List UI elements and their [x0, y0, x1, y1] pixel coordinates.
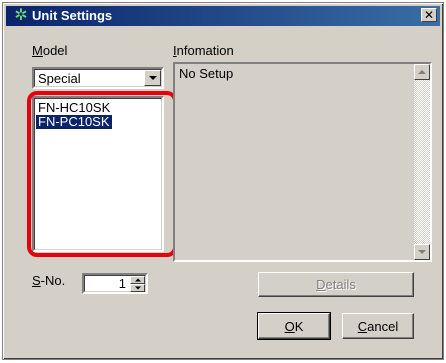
information-box: No Setup [173, 62, 432, 262]
station-number-label: S-No. [32, 273, 66, 288]
information-label: Infomation [173, 43, 234, 58]
model-list[interactable]: FN-HC10SK FN-PC10SK [32, 96, 164, 252]
information-text: No Setup [179, 66, 234, 81]
close-icon: ✕ [423, 8, 435, 22]
model-list-item[interactable]: FN-HC10SK [36, 101, 112, 115]
ok-button[interactable]: OK [257, 312, 331, 340]
spin-down-icon [134, 286, 141, 290]
scroll-down-button[interactable] [414, 244, 430, 260]
scroll-down-icon [418, 250, 426, 254]
spin-up-icon [134, 278, 141, 282]
spin-up-button[interactable] [130, 276, 145, 284]
model-dropdown-button[interactable] [144, 70, 161, 86]
model-dropdown-value: Special [38, 71, 81, 86]
model-label: Model [32, 43, 68, 58]
station-number-value[interactable]: 1 [119, 276, 126, 292]
station-number-spinner[interactable]: 1 [82, 273, 148, 294]
window-title: Unit Settings [32, 8, 113, 23]
close-button[interactable]: ✕ [421, 8, 437, 22]
details-button[interactable]: Details [258, 272, 414, 297]
scroll-up-icon [418, 70, 426, 74]
chevron-down-icon [148, 76, 157, 80]
information-scrollbar[interactable] [414, 64, 430, 260]
model-list-item-selected[interactable]: FN-PC10SK [36, 115, 112, 129]
scroll-up-button[interactable] [414, 64, 430, 80]
title-bar[interactable]: ✲ Unit Settings ✕ [6, 6, 440, 26]
gear-icon: ✲ [14, 7, 28, 24]
spin-down-button[interactable] [130, 284, 145, 292]
model-dropdown[interactable]: Special [32, 67, 164, 89]
cancel-button[interactable]: Cancel [342, 313, 414, 339]
